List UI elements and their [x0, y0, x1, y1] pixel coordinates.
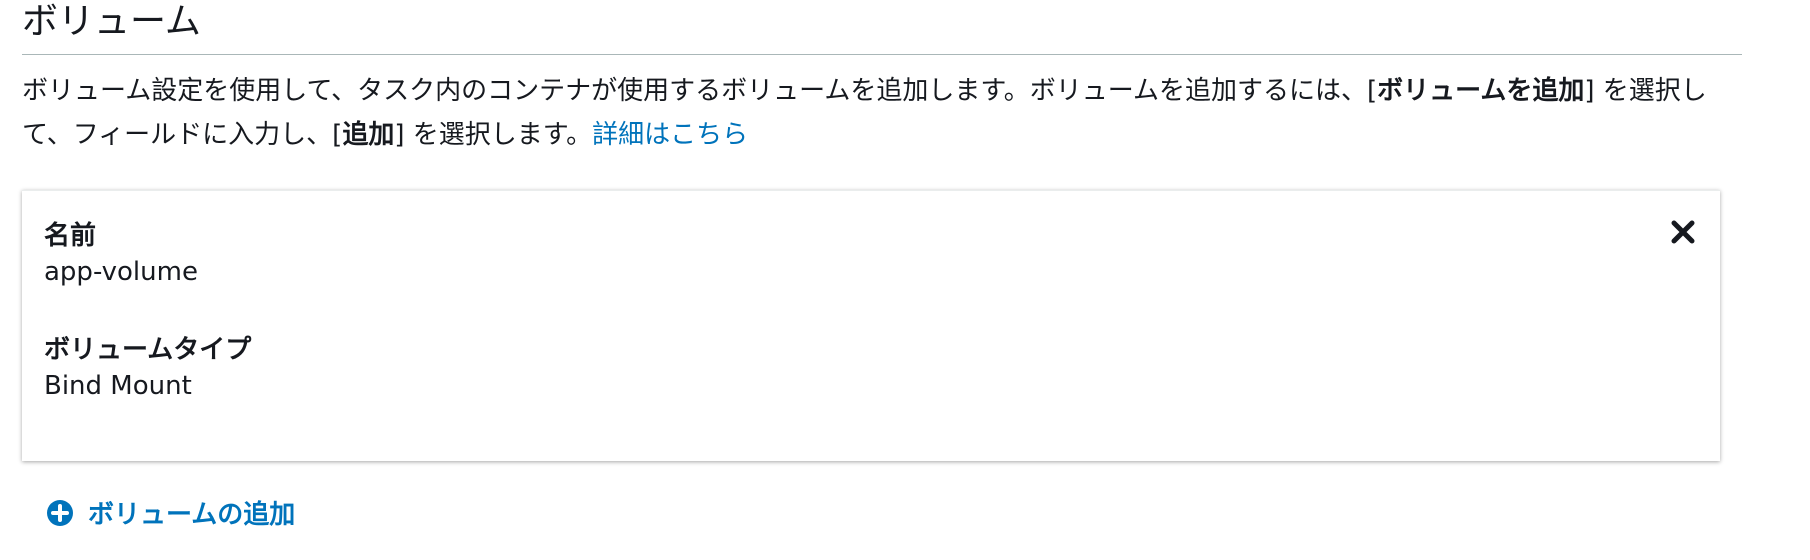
section-description: ボリューム設定を使用して、タスク内のコンテナが使用するボリュームを追加します。ボ…	[22, 69, 1742, 157]
name-label: 名前	[44, 221, 97, 251]
volume-card: 名前 app-volume ボリュームタイプ Bind Mount	[22, 190, 1720, 461]
add-volume-label: ボリュームの追加	[88, 500, 296, 530]
plus-circle-icon	[47, 499, 73, 526]
volume-type-value: Bind Mount	[44, 371, 192, 401]
volumes-section: ボリューム ボリューム設定を使用して、タスク内のコンテナが使用するボリュームを追…	[22, 0, 1742, 157]
description-text: ] を選択します。	[394, 120, 593, 150]
description-bold-add: 追加	[342, 120, 395, 150]
remove-volume-button[interactable]	[1670, 219, 1696, 245]
add-volume-button[interactable]: ボリュームの追加	[46, 494, 295, 531]
volume-type-label: ボリュームタイプ	[44, 335, 252, 365]
description-bold-add-volume: ボリュームを追加	[1377, 76, 1585, 106]
learn-more-link[interactable]: 詳細はこちら	[592, 120, 748, 150]
close-icon	[1671, 220, 1695, 244]
description-text: ボリューム設定を使用して、タスク内のコンテナが使用するボリュームを追加します。ボ…	[22, 76, 1378, 106]
section-title: ボリューム	[22, 0, 1742, 55]
volume-name-link[interactable]: app-volume	[44, 257, 198, 287]
